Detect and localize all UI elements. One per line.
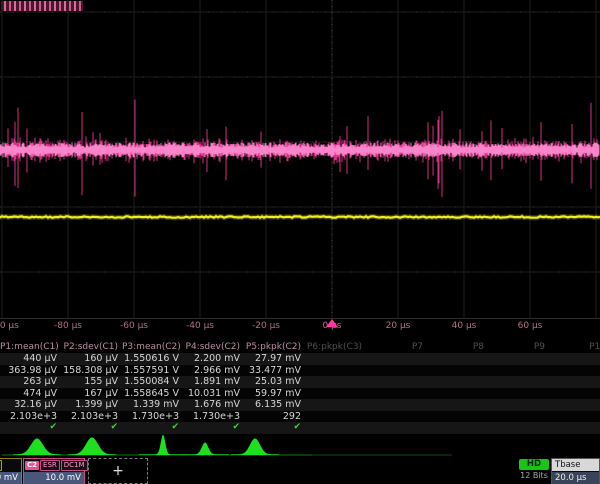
param-value: 33.477 mV bbox=[244, 365, 305, 377]
param-value: 474 µV bbox=[0, 388, 61, 400]
axis-tick-label: 60 µs bbox=[518, 321, 543, 331]
c1-vertical-scale: 10.0 mV bbox=[0, 472, 21, 484]
axis-tick-label: -20 µs bbox=[252, 321, 280, 331]
param-header-p4[interactable]: P4:sdev(C2) bbox=[183, 341, 244, 353]
c2-label: C2 bbox=[25, 461, 39, 470]
param-header-p1[interactable]: P1:mean(C1) bbox=[0, 341, 61, 353]
param-value: 160 µV bbox=[61, 353, 122, 365]
axis-tick-label: 40 µs bbox=[452, 321, 477, 331]
param-header-p9[interactable]: P9 bbox=[488, 341, 549, 353]
param-row-max: 474 µV 167 µV 1.558645 V 10.031 mV 59.97… bbox=[0, 388, 600, 400]
param-value: 292 bbox=[244, 411, 305, 423]
param-value: 1.891 mV bbox=[183, 376, 244, 388]
add-trace-button[interactable]: + bbox=[88, 458, 148, 484]
param-value: 440 µV bbox=[0, 353, 61, 365]
axis-tick-label: 20 µs bbox=[386, 321, 411, 331]
param-value: 32.16 µV bbox=[0, 399, 61, 411]
axis-tick-label: -100 µs bbox=[0, 321, 19, 331]
param-row-num: 2.103e+3 2.103e+3 1.730e+3 1.730e+3 292 bbox=[0, 411, 600, 423]
param-header-p3[interactable]: P3:mean(C2) bbox=[122, 341, 183, 353]
param-value: 1.339 mV bbox=[122, 399, 183, 411]
histicons-strip[interactable] bbox=[0, 433, 600, 457]
param-value: 2.200 mV bbox=[183, 353, 244, 365]
status-check-icon: ✔ bbox=[61, 422, 122, 434]
timebase-title: Tbase bbox=[552, 459, 599, 471]
param-header-p8[interactable]: P8 bbox=[427, 341, 488, 353]
c2-esr-badge: ESR bbox=[40, 460, 60, 471]
param-value: 2.966 mV bbox=[183, 365, 244, 377]
axis-tick-label: -40 µs bbox=[186, 321, 214, 331]
param-value: 1.730e+3 bbox=[183, 411, 244, 423]
param-row-mean: 363.98 µV 158.308 µV 1.557591 V 2.966 mV… bbox=[0, 365, 600, 377]
param-row-value: 440 µV 160 µV 1.550616 V 2.200 mV 27.97 … bbox=[0, 353, 600, 365]
param-value: 167 µV bbox=[61, 388, 122, 400]
param-value: 363.98 µV bbox=[0, 365, 61, 377]
param-value: 1.399 µV bbox=[61, 399, 122, 411]
param-row-sdev: 32.16 µV 1.399 µV 1.339 mV 1.676 mV 6.13… bbox=[0, 399, 600, 411]
histicon bbox=[68, 437, 116, 455]
param-row-min: 263 µV 155 µV 1.550084 V 1.891 mV 25.03 … bbox=[0, 376, 600, 388]
histicon bbox=[181, 442, 229, 455]
param-value: 1.550616 V bbox=[122, 353, 183, 365]
waveform-grid bbox=[0, 0, 600, 320]
param-header-p10[interactable]: P10 bbox=[549, 341, 600, 353]
c2-vertical-scale: 10.0 mV bbox=[24, 472, 84, 484]
param-value: 1.557591 V bbox=[122, 365, 183, 377]
param-value: 59.97 mV bbox=[244, 388, 305, 400]
histicon bbox=[139, 434, 187, 455]
param-value: 155 µV bbox=[61, 376, 122, 388]
status-check-icon: ✔ bbox=[244, 422, 305, 434]
c1-coupling-badge: DC1M bbox=[0, 460, 2, 471]
timebase-value: 20.0 µs bbox=[552, 472, 599, 484]
status-check-icon: ✔ bbox=[183, 422, 244, 434]
timebase-descriptor[interactable]: Tbase 20.0 µs bbox=[551, 458, 600, 484]
param-value: 158.308 µV bbox=[61, 365, 122, 377]
axis-tick-label: -80 µs bbox=[54, 321, 82, 331]
parameter-table: P1:mean(C1) P2:sdev(C1) P3:mean(C2) P4:s… bbox=[0, 341, 600, 434]
param-value: 27.97 mV bbox=[244, 353, 305, 365]
param-value: 263 µV bbox=[0, 376, 61, 388]
status-check-icon: ✔ bbox=[0, 422, 61, 434]
hd-mode-badge[interactable]: HD bbox=[519, 459, 549, 470]
param-value: 1.730e+3 bbox=[122, 411, 183, 423]
c2-coupling-badge: DC1M bbox=[61, 460, 88, 471]
param-value: 6.135 mV bbox=[244, 399, 305, 411]
histicon bbox=[13, 438, 61, 455]
param-value: 25.03 mV bbox=[244, 376, 305, 388]
axis-tick-label: -60 µs bbox=[120, 321, 148, 331]
grid-svg bbox=[0, 0, 600, 320]
channel-descriptor-c1[interactable]: C1 DC1M 10.0 mV bbox=[0, 458, 22, 484]
param-value: 1.558645 V bbox=[122, 388, 183, 400]
param-header-p5[interactable]: P5:pkpk(C2) bbox=[244, 341, 305, 353]
param-row-status: ✔ ✔ ✔ ✔ ✔ bbox=[0, 422, 600, 434]
param-header-p2[interactable]: P2:sdev(C1) bbox=[61, 341, 122, 353]
param-value: 2.103e+3 bbox=[0, 411, 61, 423]
parameter-header-row: P1:mean(C1) P2:sdev(C1) P3:mean(C2) P4:s… bbox=[0, 341, 600, 353]
histicon bbox=[231, 438, 279, 455]
param-value: 1.676 mV bbox=[183, 399, 244, 411]
channel-descriptor-c2[interactable]: C2 ESR DC1M 10.0 mV bbox=[23, 458, 85, 484]
param-value: 1.550084 V bbox=[122, 376, 183, 388]
status-check-icon: ✔ bbox=[122, 422, 183, 434]
trigger-position-icon[interactable] bbox=[325, 317, 339, 328]
param-value: 10.031 mV bbox=[183, 388, 244, 400]
param-value: 2.103e+3 bbox=[61, 411, 122, 423]
param-header-p7[interactable]: P7 bbox=[366, 341, 427, 353]
param-header-p6[interactable]: P6:pkpk(C3) bbox=[305, 341, 366, 353]
